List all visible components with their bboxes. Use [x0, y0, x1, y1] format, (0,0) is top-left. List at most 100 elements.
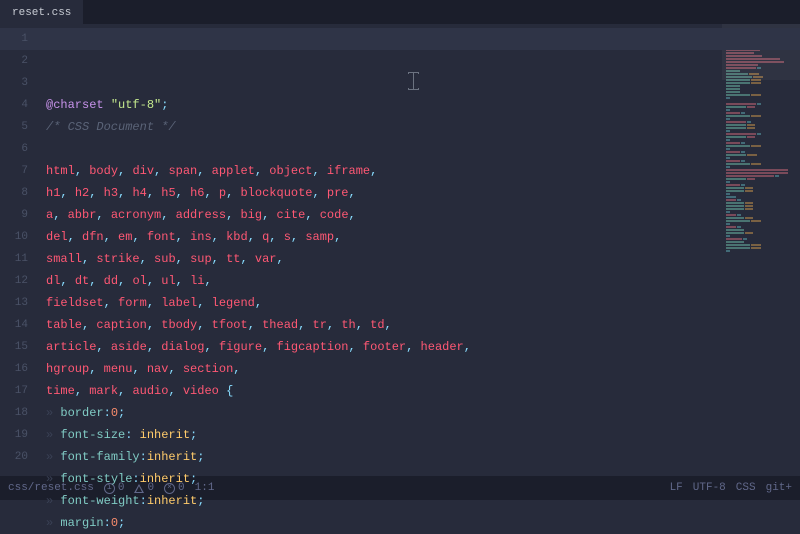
line-number: 13 — [0, 292, 38, 314]
line-number: 9 — [0, 204, 38, 226]
minimap-line — [726, 157, 796, 159]
code-line[interactable]: » font-size: inherit; — [46, 424, 722, 446]
minimap-line — [726, 175, 796, 177]
minimap-line — [726, 223, 796, 225]
line-number: 20 — [0, 446, 38, 468]
code-line[interactable]: del, dfn, em, font, ins, kbd, q, s, samp… — [46, 226, 722, 248]
code-line[interactable]: a, abbr, acronym, address, big, cite, co… — [46, 204, 722, 226]
minimap-line — [726, 193, 796, 195]
minimap-line — [726, 214, 796, 216]
line-number: 19 — [0, 424, 38, 446]
minimap-line — [726, 121, 796, 123]
minimap-line — [726, 127, 796, 129]
code-line[interactable]: /* CSS Document */ — [46, 116, 722, 138]
minimap-line — [726, 85, 796, 87]
minimap-line — [726, 220, 796, 222]
minimap-line — [726, 178, 796, 180]
code-line[interactable]: small, strike, sub, sup, tt, var, — [46, 248, 722, 270]
code-line[interactable]: hgroup, menu, nav, section, — [46, 358, 722, 380]
minimap-line — [726, 235, 796, 237]
minimap-line — [726, 139, 796, 141]
minimap-line — [726, 163, 796, 165]
line-number: 1 — [0, 28, 38, 50]
status-language[interactable]: CSS — [736, 482, 756, 494]
minimap-line — [726, 118, 796, 120]
minimap-line — [726, 112, 796, 114]
line-number: 12 — [0, 270, 38, 292]
minimap-line — [726, 247, 796, 249]
minimap-line — [726, 184, 796, 186]
minimap-line — [726, 208, 796, 210]
code-line[interactable]: dl, dt, dd, ol, ul, li, — [46, 270, 722, 292]
code-line[interactable]: » font-weight:inherit; — [46, 490, 722, 512]
minimap[interactable] — [722, 24, 800, 476]
code-line[interactable] — [46, 138, 722, 160]
minimap-line — [726, 136, 796, 138]
minimap-line — [726, 130, 796, 132]
minimap-line — [726, 148, 796, 150]
line-number: 14 — [0, 314, 38, 336]
minimap-line — [726, 88, 796, 90]
line-number: 10 — [0, 226, 38, 248]
minimap-line — [726, 232, 796, 234]
active-line-highlight — [0, 28, 800, 50]
minimap-line — [726, 97, 796, 99]
code-line[interactable]: fieldset, form, label, legend, — [46, 292, 722, 314]
line-number: 5 — [0, 116, 38, 138]
text-cursor-icon — [408, 72, 419, 90]
minimap-line — [726, 190, 796, 192]
minimap-line — [726, 106, 796, 108]
line-number-gutter: 1234567891011121314151617181920 — [0, 24, 38, 476]
code-line[interactable]: time, mark, audio, video { — [46, 380, 722, 402]
code-line[interactable]: » font-style:inherit; — [46, 468, 722, 490]
minimap-line — [726, 109, 796, 111]
line-number: 2 — [0, 50, 38, 72]
line-number: 3 — [0, 72, 38, 94]
minimap-line — [726, 160, 796, 162]
code-line[interactable]: @charset "utf-8"; — [46, 94, 722, 116]
code-line[interactable]: article, aside, dialog, figure, figcapti… — [46, 336, 722, 358]
line-number: 4 — [0, 94, 38, 116]
minimap-line — [726, 103, 796, 105]
minimap-line — [726, 202, 796, 204]
editor[interactable]: 1234567891011121314151617181920 @charset… — [0, 24, 800, 476]
line-number: 6 — [0, 138, 38, 160]
minimap-line — [726, 94, 796, 96]
status-git[interactable]: git+ — [766, 482, 792, 494]
minimap-line — [726, 172, 796, 174]
tab-reset-css[interactable]: reset.css — [0, 0, 83, 24]
code-content[interactable]: @charset "utf-8";/* CSS Document */ html,… — [38, 24, 722, 476]
minimap-line — [726, 217, 796, 219]
minimap-line — [726, 166, 796, 168]
line-number: 11 — [0, 248, 38, 270]
minimap-line — [726, 238, 796, 240]
line-number: 16 — [0, 358, 38, 380]
minimap-line — [726, 133, 796, 135]
line-number: 18 — [0, 402, 38, 424]
code-line[interactable]: h1, h2, h3, h4, h5, h6, p, blockquote, p… — [46, 182, 722, 204]
minimap-line — [726, 154, 796, 156]
minimap-line — [726, 241, 796, 243]
minimap-line — [726, 124, 796, 126]
line-number: 8 — [0, 182, 38, 204]
minimap-line — [726, 82, 796, 84]
code-line[interactable]: table, caption, tbody, tfoot, thead, tr,… — [46, 314, 722, 336]
code-line[interactable]: » margin:0; — [46, 512, 722, 534]
tab-bar: reset.css — [0, 0, 800, 24]
code-line[interactable]: html, body, div, span, applet, object, i… — [46, 160, 722, 182]
minimap-line — [726, 142, 796, 144]
minimap-line — [726, 187, 796, 189]
minimap-line — [726, 229, 796, 231]
minimap-line — [726, 91, 796, 93]
code-line[interactable]: » border:0; — [46, 402, 722, 424]
minimap-line — [726, 181, 796, 183]
line-number: 17 — [0, 380, 38, 402]
code-line[interactable]: » font-family:inherit; — [46, 446, 722, 468]
minimap-line — [726, 226, 796, 228]
minimap-line — [726, 211, 796, 213]
minimap-line — [726, 100, 796, 102]
minimap-line — [726, 205, 796, 207]
minimap-line — [726, 169, 796, 171]
minimap-line — [726, 199, 796, 201]
minimap-line — [726, 151, 796, 153]
